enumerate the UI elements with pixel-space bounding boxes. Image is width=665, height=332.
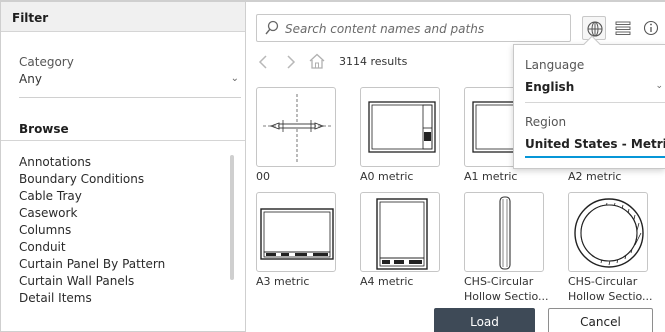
browse-item-cable-tray[interactable]: Cable Tray (19, 188, 229, 205)
language-label: Language (525, 58, 585, 72)
browse-item-columns[interactable]: Columns (19, 222, 229, 239)
content-tile-a3-metric[interactable] (256, 192, 336, 272)
region-focus-underline (525, 156, 665, 158)
category-underline (19, 97, 241, 98)
tile-label-line1: CHS-Circular (568, 275, 638, 288)
tile-label: 00 (256, 170, 270, 183)
load-button[interactable]: Load (434, 308, 535, 332)
chevron-down-icon: ⌄ (655, 81, 663, 91)
browse-item-curtain-panel-by-pattern[interactable]: Curtain Panel By Pattern (19, 256, 229, 273)
tube-elevation-icon (499, 196, 511, 270)
language-underline (525, 102, 665, 103)
search-icon (265, 20, 279, 40)
filter-title: Filter (12, 11, 49, 25)
title-block-portrait-icon (376, 198, 428, 270)
language-dropdown[interactable]: English ⌄ (525, 80, 665, 94)
language-value: English (525, 80, 575, 94)
chevron-down-icon: ⌄ (230, 73, 239, 84)
category-dropdown[interactable]: Any ⌄ (19, 72, 241, 92)
content-tile-00[interactable] (256, 87, 336, 167)
search-box (256, 14, 571, 42)
cancel-button[interactable]: Cancel (548, 308, 653, 332)
region-label: Region (525, 115, 567, 129)
tile-label-line2: Hollow Sectio... (568, 290, 653, 303)
back-arrow-icon[interactable] (256, 54, 270, 74)
globe-icon[interactable] (582, 16, 606, 40)
list-view-icon[interactable] (612, 16, 634, 40)
browse-scrollbar[interactable] (230, 155, 234, 280)
tile-label: A0 metric (360, 170, 414, 183)
tile-label: A2 metric (568, 170, 622, 183)
category-label: Category (19, 55, 74, 69)
browse-item-curtain-wall-panels[interactable]: Curtain Wall Panels (19, 273, 229, 290)
region-dropdown[interactable]: United States - Metric ⌄ (525, 137, 665, 151)
browse-item-casework[interactable]: Casework (19, 205, 229, 222)
title-block-icon (368, 101, 436, 153)
tube-section-icon (574, 198, 644, 268)
region-value: United States - Metric (525, 137, 665, 151)
filter-header: Filter (1, 2, 245, 32)
content-tile-chs-circular-elevation[interactable] (464, 192, 544, 272)
browse-item-detail-items[interactable]: Detail Items (19, 290, 229, 307)
search-input[interactable] (285, 20, 565, 38)
content-tile-a0-metric[interactable] (360, 87, 440, 167)
category-value: Any (19, 72, 42, 86)
browse-header: Browse (1, 115, 245, 141)
tile-label-line1: CHS-Circular (464, 275, 534, 288)
results-count: 3114 results (339, 55, 408, 68)
title-block-landscape-icon (260, 208, 334, 260)
tile-label-line2: Hollow Sectio... (464, 290, 549, 303)
content-tile-a4-metric[interactable] (360, 192, 440, 272)
info-icon[interactable] (640, 16, 662, 40)
browse-title: Browse (19, 122, 69, 136)
tile-label: A1 metric (464, 170, 518, 183)
forward-arrow-icon[interactable] (284, 54, 298, 74)
browse-item-conduit[interactable]: Conduit (19, 239, 229, 256)
home-icon[interactable] (308, 52, 326, 74)
content-tile-chs-circular-section[interactable] (568, 192, 648, 272)
chevron-down-icon: ⌄ (655, 138, 663, 148)
browse-item-annotations[interactable]: Annotations (19, 154, 229, 171)
browse-list: Annotations Boundary Conditions Cable Tr… (19, 154, 229, 307)
locale-popup: Language English ⌄ Region United States … (513, 35, 665, 169)
tile-label: A4 metric (360, 275, 414, 288)
browse-item-boundary-conditions[interactable]: Boundary Conditions (19, 171, 229, 188)
filter-panel: Filter Category Any ⌄ Browse Annotations… (0, 0, 246, 332)
centerline-drawing-icon (263, 94, 331, 162)
tile-label: A3 metric (256, 275, 310, 288)
